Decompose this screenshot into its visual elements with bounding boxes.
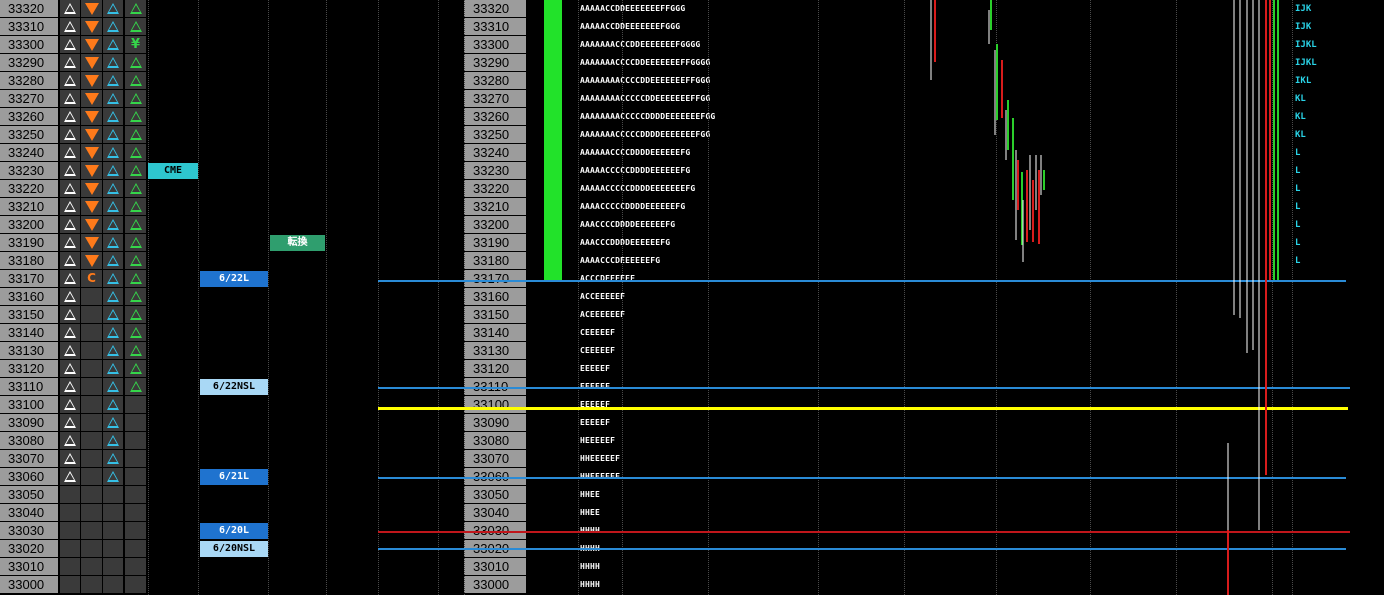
candles-svg [930, 0, 1279, 595]
chart-overlay: CME 転換 6/22L 6/22NSL 6/21L 6/20L 6/20NSL [0, 0, 1384, 595]
